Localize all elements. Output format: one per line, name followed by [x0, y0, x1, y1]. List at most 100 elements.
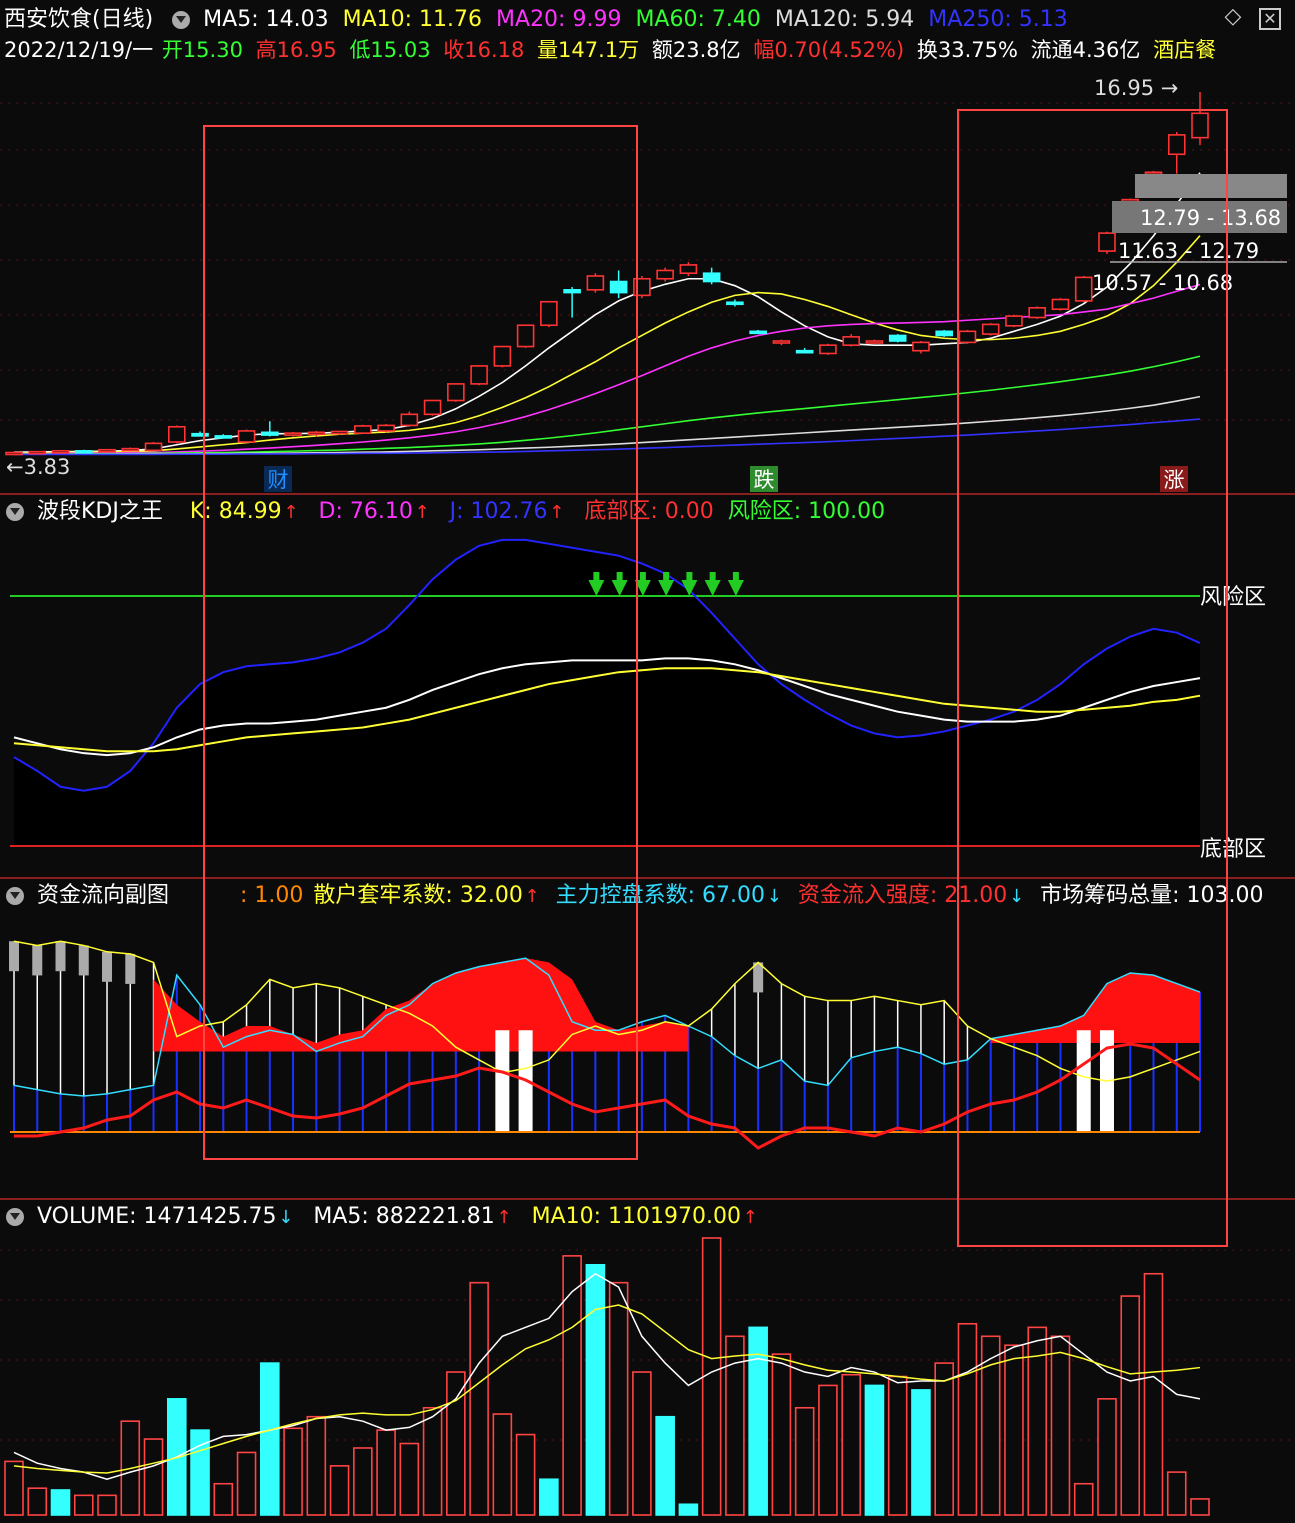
volume-bar — [399, 1442, 420, 1516]
volume-bar — [1190, 1498, 1210, 1516]
candle-body — [470, 365, 488, 385]
volume-bar — [1143, 1272, 1164, 1516]
candle-body — [958, 330, 977, 344]
candle-body — [1028, 307, 1047, 319]
candle-body — [1191, 112, 1209, 139]
white-bar — [1076, 1030, 1091, 1132]
candle-body — [284, 432, 302, 436]
volume-bar — [97, 1494, 117, 1516]
candle-body — [330, 430, 349, 435]
volume-bar — [655, 1415, 675, 1516]
volume-bar — [422, 1406, 443, 1516]
chip-zone-label: 11.63 - 12.79 — [1118, 239, 1259, 263]
flow-cap — [78, 945, 89, 976]
signal-marker-label: 财 — [268, 468, 289, 492]
volume-bar — [515, 1433, 536, 1516]
volume-bar — [492, 1413, 513, 1516]
volume-bar — [143, 1438, 164, 1516]
candle-body — [516, 324, 535, 348]
flow-line-yellow — [13, 940, 1201, 1082]
candle-body — [51, 450, 70, 454]
candle-body — [563, 289, 581, 294]
signal-marker-label: 涨 — [1164, 468, 1185, 492]
volume-bar — [1050, 1335, 1071, 1516]
candle-body — [912, 341, 930, 352]
ma-line-ma10 — [13, 235, 1201, 454]
candle-body — [74, 450, 93, 454]
candle-body — [935, 330, 953, 337]
volume-bar — [608, 1281, 629, 1516]
candle-body — [28, 450, 47, 455]
flow-cap — [55, 941, 66, 972]
volume-bar — [446, 1371, 466, 1516]
volume-bar — [771, 1353, 792, 1516]
chip-zone-label: 10.57 - 10.68 — [1092, 271, 1233, 295]
candle-body — [1005, 315, 1023, 327]
candle-body — [144, 442, 163, 452]
ma-line-ma120 — [14, 395, 1201, 455]
volume-bar — [794, 1406, 815, 1516]
flow-cap — [9, 941, 19, 972]
low-price-label: ←3.83 — [6, 455, 70, 479]
bottom-zone-label: 底部区 — [1200, 837, 1266, 862]
candle-body — [214, 435, 233, 439]
risk-zone-label: 风险区 — [1200, 585, 1266, 610]
volume-bar — [469, 1281, 489, 1516]
volume-bar — [213, 1482, 234, 1516]
volume-bar — [306, 1415, 327, 1516]
flow-cap — [32, 945, 43, 976]
candle-body — [540, 300, 558, 327]
candle-body — [447, 383, 465, 402]
volume-bar — [260, 1362, 280, 1516]
volume-bar — [1166, 1471, 1187, 1516]
volume-bar — [27, 1487, 48, 1516]
volume-bar — [1004, 1344, 1024, 1516]
flow-cap — [753, 962, 764, 993]
volume-bar — [957, 1322, 978, 1516]
candle-body — [261, 431, 279, 436]
ma-line-ma250 — [14, 418, 1201, 456]
candle-body — [167, 425, 186, 443]
candle-body — [98, 448, 116, 453]
candle-body — [121, 447, 140, 452]
candle-body — [1051, 298, 1070, 310]
volume-bar — [632, 1371, 652, 1516]
volume-bar — [353, 1447, 373, 1516]
flow-cap — [102, 951, 113, 982]
candle-body — [865, 340, 884, 344]
candle-body — [819, 344, 837, 355]
ma-line-ma60 — [14, 355, 1201, 455]
candle-body — [981, 323, 1000, 335]
candle-body — [726, 301, 744, 306]
candle-body — [377, 424, 395, 432]
volume-bar — [585, 1264, 606, 1516]
candle-body — [354, 425, 372, 434]
sell-signal-arrow-icon — [704, 572, 721, 596]
volume-bar — [1120, 1295, 1141, 1516]
volume-bar — [283, 1427, 303, 1516]
candle-body — [795, 349, 814, 354]
candle-body — [191, 432, 209, 437]
candle-body — [749, 330, 767, 335]
candle-body — [679, 264, 698, 275]
candle-body — [842, 336, 860, 346]
candle-body — [237, 430, 256, 443]
white-bar — [495, 1030, 510, 1132]
volume-bar — [818, 1384, 838, 1516]
volume-bar — [50, 1489, 71, 1516]
chip-zone-label: 12.79 - 13.68 — [1140, 206, 1281, 230]
candle-body — [1167, 134, 1186, 156]
volume-bar — [934, 1362, 954, 1516]
volume-bar — [911, 1389, 931, 1516]
volume-bar — [539, 1478, 559, 1516]
candle-body — [609, 280, 628, 294]
volume-bar — [841, 1373, 861, 1516]
volume-bar — [376, 1429, 396, 1516]
candle-body — [772, 340, 791, 344]
candle-body — [1074, 276, 1093, 302]
candle-body — [702, 272, 721, 283]
candle-body — [656, 269, 674, 280]
chip-zone-bar — [1135, 174, 1287, 198]
candle-body — [1098, 232, 1116, 252]
candle-body — [307, 431, 326, 436]
